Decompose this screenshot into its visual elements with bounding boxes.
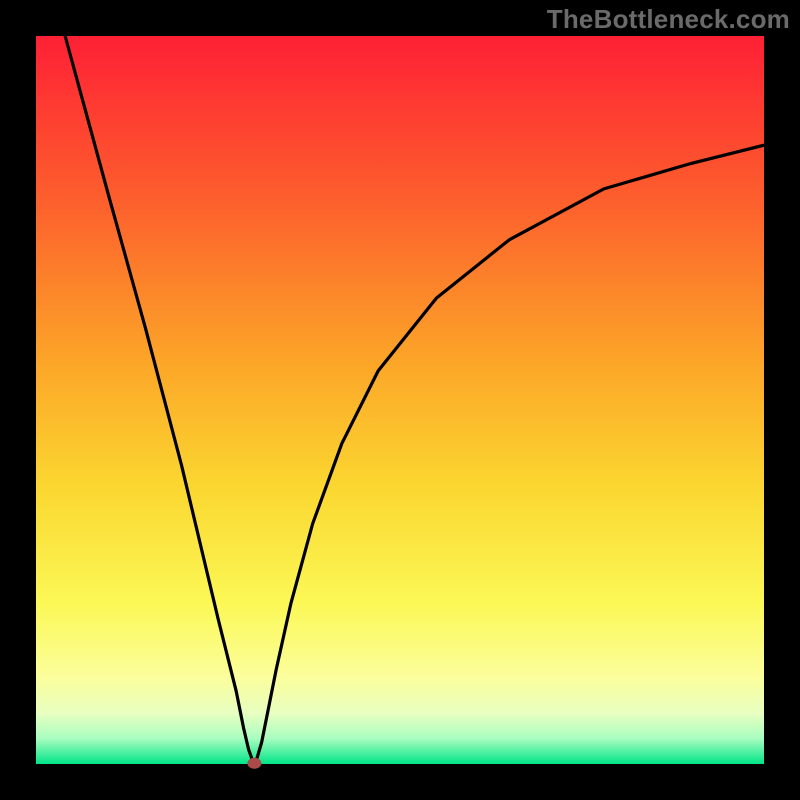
minimum-marker [247,758,261,769]
plot-background [36,36,764,764]
chart-frame: TheBottleneck.com [0,0,800,800]
watermark-text: TheBottleneck.com [547,4,790,35]
bottleneck-chart [0,0,800,800]
